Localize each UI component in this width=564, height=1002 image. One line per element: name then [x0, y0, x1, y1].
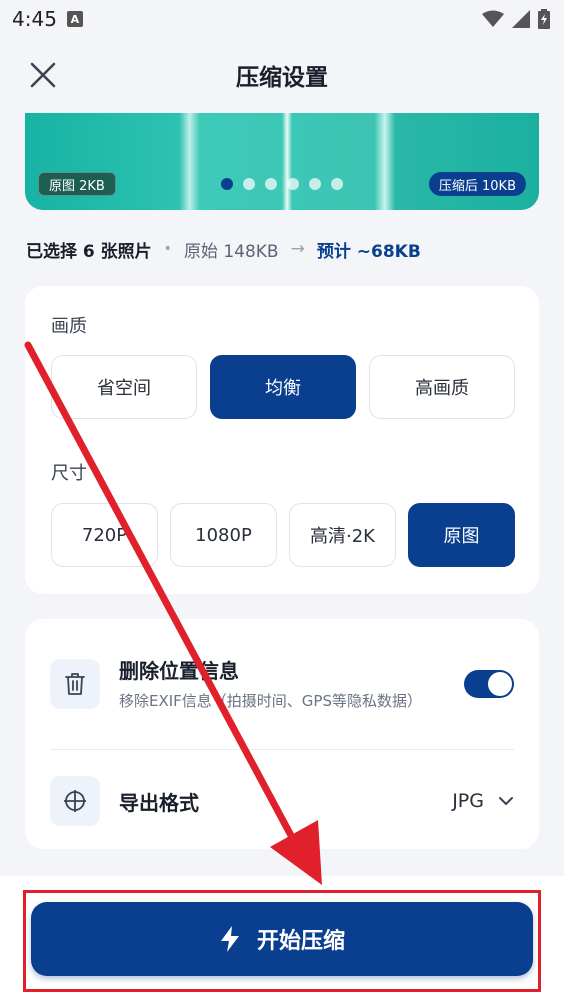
quality-label: 画质	[51, 316, 87, 337]
chevron-down-icon	[499, 797, 513, 805]
trash-icon-box	[50, 659, 100, 709]
compressed-size-tag: 压缩后 10KB	[428, 172, 526, 196]
original-size: 原始 148KB	[183, 241, 279, 262]
remove-location-title: 删除位置信息	[119, 659, 239, 683]
selected-count: 已选择 6 张照片	[26, 241, 152, 262]
close-button[interactable]	[26, 58, 60, 92]
status-time: 4:45	[12, 7, 57, 31]
cellular-signal-icon	[512, 10, 530, 28]
estimated-size: 预计 ~68KB	[316, 241, 421, 262]
start-compress-button[interactable]: 开始压缩	[31, 902, 533, 976]
remove-location-row[interactable]: 删除位置信息 移除EXIF信息（拍摄时间、GPS等隐私数据）	[50, 655, 514, 713]
carousel-dot[interactable]	[331, 178, 343, 190]
format-icon-box	[50, 776, 100, 826]
crosshair-icon	[64, 790, 86, 812]
carousel-dot[interactable]	[287, 178, 299, 190]
size-option-720p[interactable]: 720P	[51, 503, 158, 567]
export-format-title: 导出格式	[119, 790, 199, 815]
bottom-action-bar: 开始压缩	[0, 876, 564, 1002]
divider	[50, 749, 514, 750]
remove-location-subtitle: 移除EXIF信息（拍摄时间、GPS等隐私数据）	[119, 692, 422, 710]
size-label: 尺寸	[51, 463, 87, 484]
quality-option-balanced[interactable]: 均衡	[210, 355, 356, 419]
app-header: 压缩设置	[0, 40, 564, 110]
carousel-dot[interactable]	[221, 178, 233, 190]
carousel-dot[interactable]	[265, 178, 277, 190]
image-preview-carousel[interactable]: 原图 2KB 压缩后 10KB	[25, 113, 539, 210]
quality-option-save-space[interactable]: 省空间	[51, 355, 197, 419]
size-option-original[interactable]: 原图	[408, 503, 515, 567]
selection-summary: 已选择 6 张照片 • 原始 148KB → 预计 ~68KB	[26, 236, 421, 262]
export-format-value: JPG	[452, 790, 484, 812]
carousel-dot[interactable]	[309, 178, 321, 190]
size-option-2k[interactable]: 高清·2K	[289, 503, 396, 567]
carousel-dots	[221, 178, 343, 190]
export-format-row[interactable]: 导出格式 JPG	[50, 776, 514, 826]
size-options: 720P 1080P 高清·2K 原图	[51, 503, 515, 567]
quality-option-high[interactable]: 高画质	[369, 355, 515, 419]
lightning-icon	[220, 926, 239, 952]
close-icon	[30, 62, 56, 88]
compression-options-card: 画质 省空间 均衡 高画质 尺寸 720P 1080P 高清·2K 原图	[25, 286, 539, 594]
battery-icon	[538, 9, 550, 29]
original-size-tag: 原图 2KB	[38, 172, 116, 196]
notification-a-icon: A	[66, 11, 83, 27]
separator-dot: •	[163, 241, 172, 257]
page-title: 压缩设置	[236, 65, 328, 91]
carousel-dot[interactable]	[243, 178, 255, 190]
trash-icon	[65, 673, 85, 695]
quality-options: 省空间 均衡 高画质	[51, 355, 515, 419]
wifi-icon	[482, 10, 504, 27]
remove-location-toggle[interactable]	[464, 670, 514, 698]
arrow-right-icon: →	[290, 239, 305, 259]
export-format-select[interactable]: JPG	[452, 790, 514, 812]
size-option-1080p[interactable]: 1080P	[170, 503, 277, 567]
toggle-knob	[488, 672, 512, 696]
extra-settings-card: 删除位置信息 移除EXIF信息（拍摄时间、GPS等隐私数据） 导出格式 JPG	[25, 619, 539, 849]
start-compress-label: 开始压缩	[256, 929, 345, 954]
status-bar: 4:45 A	[0, 0, 564, 38]
